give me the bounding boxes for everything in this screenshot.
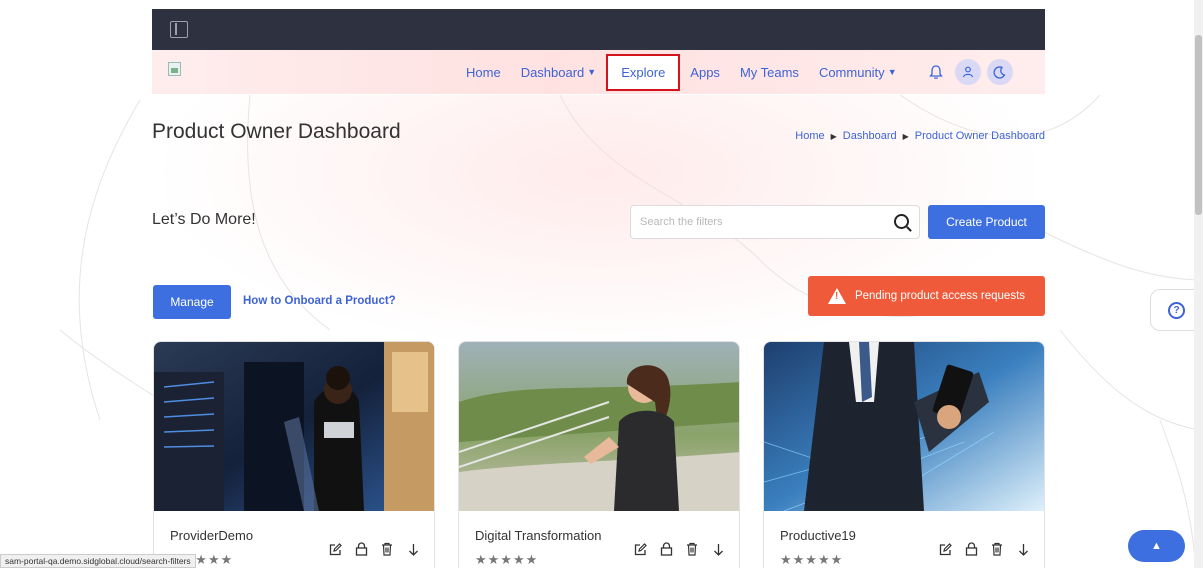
product-card[interactable]: Digital Transformation ★★★★★	[458, 341, 740, 568]
search-input[interactable]	[631, 206, 871, 238]
create-product-button[interactable]: Create Product	[928, 205, 1045, 239]
caret-right-icon: ▶	[830, 131, 837, 141]
nav-my-teams-label: My Teams	[739, 64, 799, 80]
arrow-up-icon: ▲	[1151, 540, 1162, 552]
arrow-down-icon[interactable]	[406, 542, 420, 556]
pending-requests-label: Pending product access requests	[854, 290, 1026, 302]
subheading: Let’s Do More!	[152, 211, 256, 228]
edit-icon[interactable]	[938, 542, 952, 556]
scrollbar-thumb[interactable]	[1195, 35, 1202, 215]
manage-button[interactable]: Manage	[153, 285, 231, 319]
user-icon[interactable]	[954, 59, 981, 85]
lock-icon[interactable]	[354, 542, 368, 556]
breadcrumb: Home ▶ Dashboard ▶ Product Owner Dashboa…	[795, 130, 1045, 142]
product-image	[764, 342, 1044, 511]
chevron-down-icon: ▼	[887, 67, 897, 77]
trash-icon[interactable]	[380, 542, 394, 556]
chevron-down-icon: ▼	[587, 67, 597, 77]
nav-my-teams[interactable]: My Teams	[740, 65, 799, 80]
caret-right-icon: ▶	[902, 131, 909, 141]
page-scrollbar[interactable]	[1194, 0, 1203, 568]
lock-icon[interactable]	[964, 542, 978, 556]
bell-icon[interactable]	[923, 59, 949, 85]
edit-icon[interactable]	[328, 542, 342, 556]
arrow-down-icon[interactable]	[1016, 542, 1030, 556]
top-bar	[152, 9, 1045, 50]
star-rating: ★★★★★	[475, 552, 539, 567]
sidebar-toggle-icon[interactable]	[170, 21, 188, 38]
page-title: Product Owner Dashboard	[152, 120, 401, 143]
nav-apps-label: Apps	[690, 64, 720, 80]
nav-home[interactable]: Home	[466, 65, 501, 80]
nav-explore-label: Explore	[621, 64, 666, 80]
logo-broken-image[interactable]	[168, 62, 181, 76]
star-rating: ★★★★★	[780, 552, 844, 567]
nav-apps[interactable]: Apps	[690, 65, 720, 80]
product-title: Digital Transformation	[475, 528, 602, 543]
breadcrumb-dashboard[interactable]: Dashboard	[843, 130, 897, 142]
card-actions	[633, 542, 725, 556]
product-card[interactable]: ProviderDemo ★★★★★	[153, 341, 435, 568]
trash-icon[interactable]	[685, 542, 699, 556]
main-navbar: Home Dashboard ▼ Explore Apps My Teams Co…	[152, 50, 1045, 94]
product-image	[154, 342, 434, 511]
product-image	[459, 342, 739, 511]
search-icon[interactable]	[894, 214, 909, 229]
onboard-product-link[interactable]: How to Onboard a Product?	[243, 295, 396, 307]
nav-home-label: Home	[466, 64, 501, 80]
scroll-to-top-button[interactable]: ▲	[1128, 530, 1185, 562]
card-actions	[938, 542, 1030, 556]
pending-requests-button[interactable]: Pending product access requests	[808, 276, 1045, 316]
status-bar-url: sam-portal-qa.demo.sidglobal.cloud/searc…	[0, 554, 196, 568]
moon-icon[interactable]	[986, 59, 1013, 85]
edit-icon[interactable]	[633, 542, 647, 556]
product-card[interactable]: Productive19 ★★★★★	[763, 341, 1045, 568]
arrow-down-icon[interactable]	[711, 542, 725, 556]
breadcrumb-home[interactable]: Home	[795, 130, 824, 142]
nav-explore[interactable]: Explore	[606, 53, 681, 91]
nav-community-label: Community	[818, 64, 885, 80]
product-title: ProviderDemo	[170, 528, 254, 543]
nav-menu: Home Dashboard ▼ Explore Apps My Teams Co…	[466, 50, 1013, 94]
nav-dashboard[interactable]: Dashboard ▼	[521, 65, 597, 80]
search-box	[630, 205, 920, 239]
nav-community[interactable]: Community ▼	[819, 65, 897, 80]
lock-icon[interactable]	[659, 542, 673, 556]
product-title: Productive19	[780, 528, 856, 543]
trash-icon[interactable]	[990, 542, 1004, 556]
breadcrumb-current: Product Owner Dashboard	[914, 130, 1045, 142]
card-actions	[328, 542, 420, 556]
question-icon: ?	[1168, 302, 1185, 319]
nav-dashboard-label: Dashboard	[520, 64, 585, 80]
warning-icon	[827, 288, 846, 304]
